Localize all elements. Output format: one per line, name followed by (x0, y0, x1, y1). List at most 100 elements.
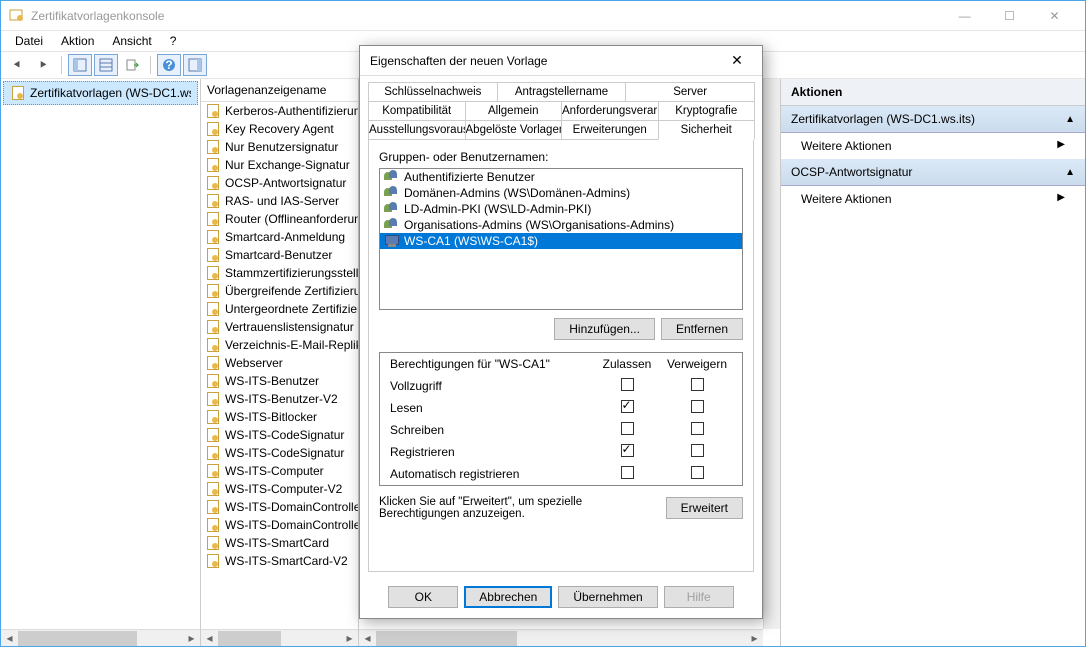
tab[interactable]: Schlüsselnachweis (368, 82, 498, 101)
deny-checkbox[interactable] (691, 444, 704, 457)
list-item[interactable]: WS-ITS-Bitlocker (201, 408, 358, 426)
tab[interactable]: Kompatibilität (368, 101, 466, 120)
list-item[interactable]: Nur Benutzersignatur (201, 138, 358, 156)
list-item[interactable]: WS-ITS-CodeSignatur (201, 426, 358, 444)
help-button[interactable]: Hilfe (664, 586, 734, 608)
allow-checkbox[interactable] (621, 466, 634, 479)
toolbar-export-button[interactable] (120, 54, 144, 76)
list-item[interactable]: WS-ITS-Benutzer (201, 372, 358, 390)
deny-checkbox[interactable] (691, 378, 704, 391)
list-item[interactable]: WS-ITS-DomainController (201, 498, 358, 516)
tab[interactable]: Anforderungsverarbeitung (561, 101, 659, 120)
group-item[interactable]: Authentifizierte Benutzer (380, 169, 742, 185)
allow-checkbox[interactable] (621, 378, 634, 391)
group-item[interactable]: Domänen-Admins (WS\Domänen-Admins) (380, 185, 742, 201)
cancel-button[interactable]: Abbrechen (464, 586, 552, 608)
actions-group-ocsp[interactable]: OCSP-Antwortsignatur ▲ (781, 159, 1085, 186)
dialog-titlebar: Eigenschaften der neuen Vorlage ✕ (360, 46, 762, 76)
certificate-icon (205, 139, 221, 155)
scroll-left-icon[interactable]: ◂ (201, 630, 218, 647)
tab[interactable]: Allgemein (465, 101, 563, 120)
menu-action[interactable]: Aktion (53, 32, 102, 50)
advanced-button[interactable]: Erweitert (666, 497, 743, 519)
tab[interactable]: Ausstellungsvoraussetzungen (368, 120, 466, 140)
list-item[interactable]: Kerberos-Authentifizierung (201, 102, 358, 120)
list-item[interactable]: OCSP-Antwortsignatur (201, 174, 358, 192)
groups-listbox[interactable]: Authentifizierte BenutzerDomänen-Admins … (379, 168, 743, 310)
maximize-button[interactable]: ☐ (987, 2, 1032, 30)
ok-button[interactable]: OK (388, 586, 458, 608)
dialog-close-button[interactable]: ✕ (722, 52, 752, 69)
allow-checkbox[interactable] (621, 444, 634, 457)
list-vscroll[interactable] (763, 79, 780, 629)
list-item[interactable]: Übergreifende Zertifizierungsstelle (201, 282, 358, 300)
list-item[interactable]: WS-ITS-Computer (201, 462, 358, 480)
list-item[interactable]: Vertrauenslistensignatur (201, 318, 358, 336)
tree-hscroll[interactable]: ◂ ▸ (1, 629, 200, 646)
menu-help[interactable]: ? (162, 32, 185, 50)
actions-more-2[interactable]: Weitere Aktionen ▶ (781, 186, 1085, 212)
properties-dialog: Eigenschaften der neuen Vorlage ✕ Schlüs… (359, 45, 763, 619)
remove-button[interactable]: Entfernen (661, 318, 743, 340)
chevron-right-icon: ▶ (1057, 192, 1065, 206)
list-item[interactable]: WS-ITS-CodeSignatur (201, 444, 358, 462)
group-item[interactable]: WS-CA1 (WS\WS-CA1$) (380, 233, 742, 249)
scroll-left-icon[interactable]: ◂ (359, 630, 376, 647)
allow-checkbox[interactable] (621, 422, 634, 435)
list-item[interactable]: Smartcard-Anmeldung (201, 228, 358, 246)
scroll-left-icon[interactable]: ◂ (1, 630, 18, 647)
deny-checkbox[interactable] (691, 422, 704, 435)
close-button[interactable]: ✕ (1032, 2, 1077, 30)
tab[interactable]: Abgelöste Vorlagen (465, 120, 563, 140)
toolbar-panel2-button[interactable] (94, 54, 118, 76)
deny-checkbox[interactable] (691, 400, 704, 413)
deny-checkbox[interactable] (691, 466, 704, 479)
group-item[interactable]: LD-Admin-PKI (WS\LD-Admin-PKI) (380, 201, 742, 217)
list-header[interactable]: Vorlagenanzeigename (201, 79, 358, 102)
tab[interactable]: Kryptografie (658, 101, 756, 120)
tab[interactable]: Erweiterungen (561, 120, 659, 140)
list-item[interactable]: Nur Exchange-Signatur (201, 156, 358, 174)
toolbar-panel3-button[interactable] (183, 54, 207, 76)
list-item[interactable]: Verzeichnis-E-Mail-Replikation (201, 336, 358, 354)
list-item[interactable]: Webserver (201, 354, 358, 372)
list-item[interactable]: Router (Offlineanforderung) (201, 210, 358, 228)
list-item[interactable]: RAS- und IAS-Server (201, 192, 358, 210)
menu-view[interactable]: Ansicht (104, 32, 159, 50)
toolbar-help-button[interactable]: ? (157, 54, 181, 76)
permission-row: Automatisch registrieren (380, 463, 742, 485)
add-button[interactable]: Hinzufügen... (554, 318, 655, 340)
allow-checkbox[interactable] (621, 400, 634, 413)
actions-group-templates[interactable]: Zertifikatvorlagen (WS-DC1.ws.its) ▲ (781, 106, 1085, 133)
scroll-right-icon[interactable]: ▸ (341, 630, 358, 647)
list-item[interactable]: WS-ITS-Benutzer-V2 (201, 390, 358, 408)
tab[interactable]: Sicherheit (658, 120, 756, 140)
list-item[interactable]: WS-ITS-SmartCard-V2 (201, 552, 358, 570)
toolbar-panel1-button[interactable] (68, 54, 92, 76)
list-item[interactable]: Smartcard-Benutzer (201, 246, 358, 264)
actions-more-1[interactable]: Weitere Aktionen ▶ (781, 133, 1085, 159)
minimize-button[interactable]: — (942, 2, 987, 30)
users-icon (384, 218, 400, 232)
list-item[interactable]: WS-ITS-Computer-V2 (201, 480, 358, 498)
tab[interactable]: Antragstellername (497, 82, 627, 101)
group-item[interactable]: Organisations-Admins (WS\Organisations-A… (380, 217, 742, 233)
list-item[interactable]: WS-ITS-DomainController (201, 516, 358, 534)
nav-forward-button[interactable]: ⯈ (31, 54, 55, 76)
list-pane: Vorlagenanzeigename Kerberos-Authentifiz… (201, 79, 359, 646)
list-item[interactable]: WS-ITS-SmartCard (201, 534, 358, 552)
menu-file[interactable]: Datei (7, 32, 51, 50)
scroll-right-icon[interactable]: ▸ (183, 630, 200, 647)
apply-button[interactable]: Übernehmen (558, 586, 657, 608)
list-item[interactable]: Key Recovery Agent (201, 120, 358, 138)
tab[interactable]: Server (625, 82, 755, 101)
permission-row: Lesen (380, 397, 742, 419)
scroll-right-icon[interactable]: ▸ (746, 630, 763, 647)
list-item[interactable]: Stammzertifizierungsstelle (201, 264, 358, 282)
users-icon (384, 170, 400, 184)
nav-back-button[interactable]: ⯇ (5, 54, 29, 76)
spacer-hscroll[interactable]: ◂ ▸ (359, 629, 763, 646)
list-item[interactable]: Untergeordnete Zertifizierungsstelle (201, 300, 358, 318)
list-hscroll[interactable]: ◂ ▸ (201, 629, 358, 646)
tree-root-item[interactable]: Zertifikatvorlagen (WS-DC1.ws.its) (3, 81, 198, 105)
